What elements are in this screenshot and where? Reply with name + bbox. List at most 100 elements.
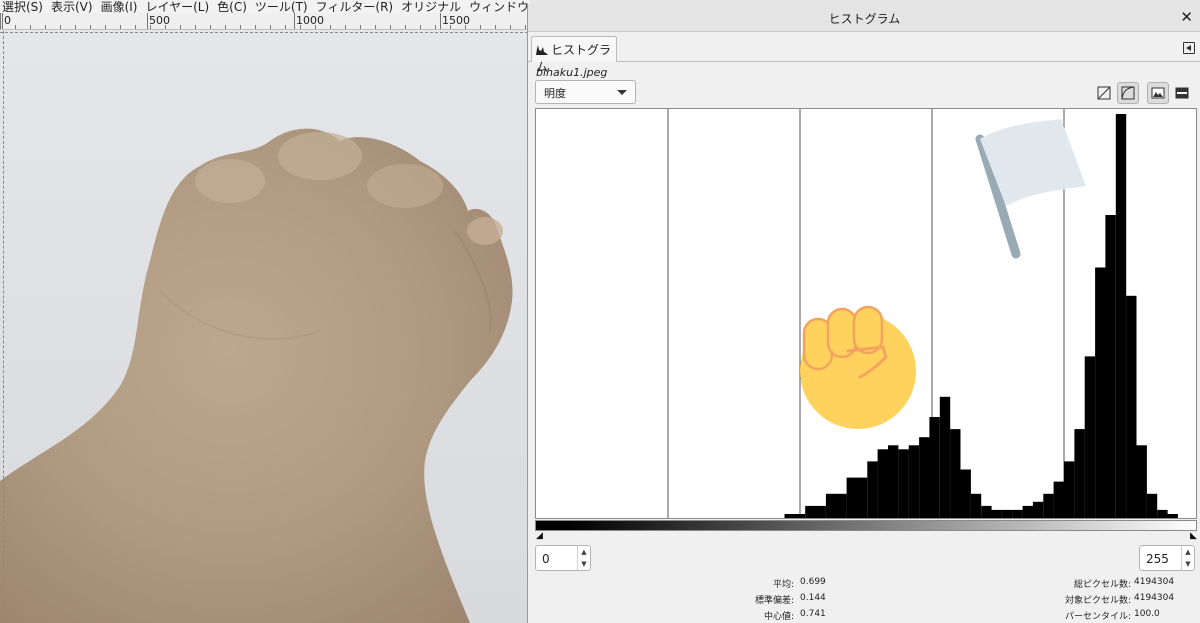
- tab-histogram[interactable]: ヒストグラム: [531, 36, 617, 74]
- ruler-tick: [0, 13, 1, 29]
- ruler-tick: [525, 25, 526, 29]
- spin-arrows[interactable]: ▲ ▼: [577, 546, 590, 570]
- tab-menu-icon[interactable]: [1183, 42, 1195, 54]
- menu-item[interactable]: フィルター(R): [314, 1, 399, 14]
- menu-item[interactable]: オリジナル: [399, 1, 467, 14]
- histogram-bar: [1001, 509, 1013, 518]
- channel-select[interactable]: 明度: [535, 80, 636, 104]
- range-start-spinbox[interactable]: 0 ▲ ▼: [535, 545, 591, 571]
- stat-mean-value: 0.699: [800, 577, 826, 587]
- ruler-major-tick: [440, 13, 441, 29]
- histogram-bar: [1157, 509, 1168, 518]
- ruler-tick: [345, 25, 346, 29]
- spin-up-icon[interactable]: ▲: [1182, 546, 1194, 558]
- histogram-bar: [1084, 356, 1096, 518]
- histogram-bar: [1064, 461, 1075, 518]
- stat-pixels-value: 4194304: [1134, 577, 1175, 587]
- linear-scale-button[interactable]: [1093, 82, 1115, 104]
- ruler-tick: [105, 25, 106, 29]
- ruler-tick: [120, 25, 121, 29]
- close-icon[interactable]: ✕: [1180, 8, 1193, 26]
- ruler-major-tick: [2, 13, 3, 29]
- spin-down-icon[interactable]: ▼: [578, 558, 590, 570]
- ruler-tick: [255, 25, 256, 29]
- range-end-handle[interactable]: ◣: [1190, 531, 1197, 541]
- ruler-tick: [30, 25, 31, 29]
- ruler-label: 0: [4, 14, 11, 27]
- ruler-tick: [435, 25, 436, 29]
- ruler-major-tick: [147, 13, 148, 29]
- histogram-plot[interactable]: [535, 108, 1197, 519]
- menu-item[interactable]: 選択(S): [0, 1, 49, 14]
- ruler-tick: [60, 25, 61, 29]
- menu-item[interactable]: 色(C): [215, 1, 253, 14]
- value-gradient-bar: [535, 520, 1197, 531]
- menu-item[interactable]: ウィンドウ(W): [467, 1, 530, 14]
- range-start-value: 0: [542, 552, 550, 566]
- histogram-bar: [970, 493, 982, 518]
- histogram-bar: [825, 493, 847, 518]
- range-end-value: 255: [1146, 552, 1169, 566]
- selection-edge-top: [0, 32, 528, 33]
- histogram-bar: [1032, 501, 1044, 518]
- ruler-tick: [75, 25, 76, 29]
- view-dark-button[interactable]: [1171, 82, 1193, 104]
- ruler-tick: [330, 25, 331, 29]
- white-flag-emoji: [975, 119, 1086, 259]
- image-canvas[interactable]: [0, 31, 528, 623]
- ruler-tick: [210, 25, 211, 29]
- histogram-bar: [805, 505, 826, 518]
- ruler-tick: [495, 25, 496, 29]
- spin-down-icon[interactable]: ▼: [1182, 558, 1194, 570]
- view-dark-icon: [1175, 87, 1189, 99]
- stat-percentile-label: パーセンタイル:: [1064, 612, 1131, 622]
- ruler-label: 1500: [442, 14, 470, 27]
- dock-tab-strip: ヒストグラム: [528, 34, 1200, 74]
- log-scale-button[interactable]: [1117, 82, 1139, 104]
- histogram-bar: [877, 449, 888, 518]
- histogram-bar: [1012, 509, 1023, 518]
- range-start-handle[interactable]: ◢: [536, 531, 543, 541]
- ruler-tick: [360, 25, 361, 29]
- image-filename: bihaku1.jpeg: [536, 66, 608, 79]
- histogram-bar: [898, 449, 909, 518]
- histogram-bar: [981, 505, 992, 518]
- dialog-titlebar[interactable]: ヒストグラム ✕: [528, 4, 1200, 32]
- ruler-tick: [15, 25, 16, 29]
- ruler-tick: [195, 25, 196, 29]
- histogram-bar: [1136, 445, 1147, 518]
- ruler-tick: [420, 25, 421, 29]
- menu-item[interactable]: レイヤー(L): [143, 1, 215, 14]
- menu-item[interactable]: 画像(I): [99, 1, 144, 14]
- stat-median-value: 0.741: [800, 609, 826, 619]
- ruler-tick: [180, 25, 181, 29]
- histogram-bar: [867, 461, 878, 518]
- histogram-bar: [1074, 429, 1085, 518]
- spin-up-icon[interactable]: ▲: [578, 546, 590, 558]
- histogram-svg: [667, 109, 1178, 518]
- histogram-dialog: ヒストグラム ✕ ヒストグラム bihaku1.jpeg 明度 ◢ ◣ 0 ▲ …: [527, 4, 1200, 623]
- menu-bar: 選択(S) 表示(V) 画像(I) レイヤー(L) 色(C) ツール(T) フィルター(R)…: [0, 0, 530, 13]
- histogram-bar: [1022, 505, 1033, 518]
- histogram-bar: [1126, 295, 1137, 518]
- ruler-tick: [270, 25, 271, 29]
- chevron-down-icon: [617, 90, 627, 95]
- ruler-tick: [390, 25, 391, 29]
- view-image-icon: [1151, 87, 1165, 99]
- linear-scale-icon: [1097, 86, 1111, 100]
- raised-fist-emoji: [800, 305, 916, 429]
- spin-arrows[interactable]: ▲ ▼: [1181, 546, 1194, 570]
- menu-item[interactable]: 表示(V): [49, 1, 99, 14]
- stat-percentile-value: 100.0: [1134, 609, 1160, 619]
- stat-mean-label: 平均:: [772, 580, 794, 590]
- menu-item[interactable]: ツール(T): [253, 1, 314, 14]
- ruler-label: 1000: [296, 14, 324, 27]
- ruler-tick: [405, 25, 406, 29]
- view-image-button[interactable]: [1147, 82, 1169, 104]
- range-end-spinbox[interactable]: 255 ▲ ▼: [1139, 545, 1195, 571]
- stat-count-value: 4194304: [1134, 593, 1175, 603]
- histogram-bar: [1115, 114, 1127, 518]
- ruler-tick: [510, 25, 511, 29]
- horizontal-ruler[interactable]: 0 500 1000 1500: [0, 13, 530, 30]
- histogram-bar: [1146, 493, 1158, 518]
